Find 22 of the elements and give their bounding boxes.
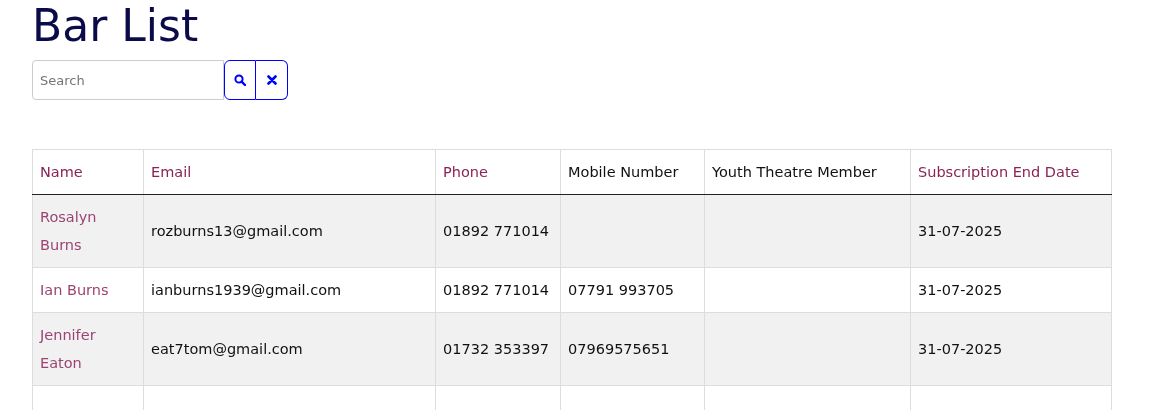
table-cell: eat7tom@gmail.com <box>151 341 303 358</box>
table-cell: rozburns13@gmail.com <box>151 223 323 240</box>
table-cell: 01892 771014 <box>443 223 550 240</box>
table-cell: 31-07-2025 <box>918 223 1003 240</box>
search-icon <box>234 74 246 87</box>
table-cell: 01892 771014 <box>443 282 550 299</box>
table-cell: 01732 353397 <box>443 341 550 358</box>
table-cell: 31-07-2025 <box>918 282 1003 299</box>
search-button[interactable] <box>224 60 256 101</box>
page-title: Bar List <box>32 2 200 51</box>
column-sort-link[interactable]: Phone <box>443 164 488 181</box>
column-sort-link[interactable]: Name <box>40 164 83 181</box>
close-icon <box>266 75 277 86</box>
clear-button[interactable] <box>256 60 288 101</box>
table-cell: 31-07-2025 <box>918 341 1003 358</box>
table-cell: 07791 993705 <box>568 282 675 299</box>
table-cell: 07969575651 <box>568 341 670 358</box>
table-cell: ianburns1939@gmail.com <box>151 282 342 299</box>
search-field[interactable]: Search <box>32 60 224 101</box>
column-header: Mobile Number <box>568 164 679 181</box>
column-header: Youth Theatre Member <box>712 164 877 181</box>
column-sort-link[interactable]: Email <box>151 164 192 181</box>
